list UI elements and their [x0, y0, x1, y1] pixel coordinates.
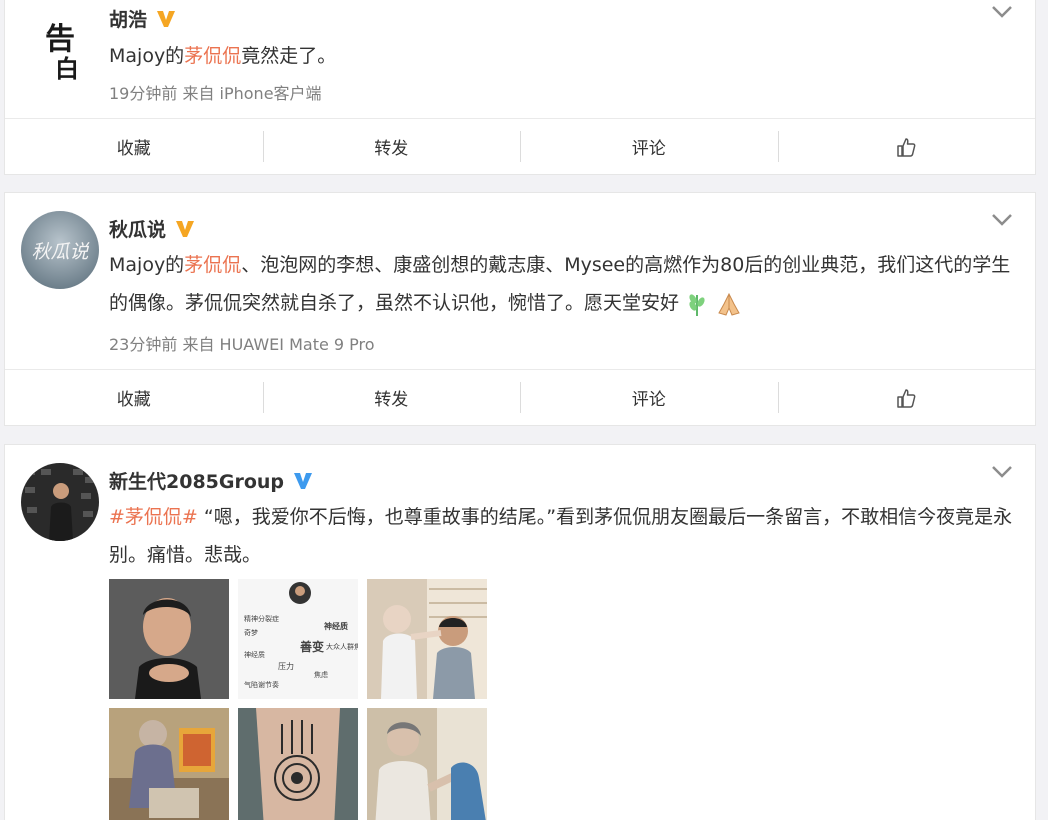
verified-badge-icon: [157, 10, 176, 27]
hashtag-link[interactable]: #茅侃侃#: [109, 506, 198, 528]
svg-text:秋瓜说: 秋瓜说: [31, 241, 90, 263]
post-text: Majoy的茅侃侃竟然走了。: [109, 45, 337, 67]
repost-button[interactable]: 转发: [262, 370, 521, 425]
post-text: Majoy的茅侃侃、泡泡网的李想、康盛创想的戴志康、Mysee的高燃作为80后的…: [109, 246, 1019, 322]
word-cloud-9: 气陷谢节奏: [244, 680, 279, 689]
post-meta[interactable]: 19分钟前 来自 iPhone客户端: [109, 80, 322, 104]
post-image-5[interactable]: [238, 708, 358, 820]
chevron-down-icon[interactable]: [991, 213, 1013, 227]
word-cloud-2: 神经质: [324, 621, 348, 631]
post-image-4[interactable]: [109, 708, 229, 820]
avatar[interactable]: [21, 463, 99, 541]
chevron-down-icon[interactable]: [991, 465, 1013, 479]
verified-badge-icon: [176, 220, 195, 237]
word-cloud-6: 神经质: [244, 650, 265, 659]
comment-button[interactable]: 评论: [520, 370, 778, 425]
word-cloud-5: 大众人群焦点: [326, 642, 358, 651]
wheat-emoji-icon: [689, 293, 705, 316]
topic-link[interactable]: 茅侃侃: [184, 45, 241, 67]
post-image-2[interactable]: 精神分裂症 神经质 奇梦 善变 大众人群焦点 神经质 压力 焦虑 气陷谢节奏: [238, 579, 358, 699]
author-name[interactable]: 胡浩: [109, 5, 147, 32]
favorite-button[interactable]: 收藏: [5, 119, 263, 174]
svg-text:白: 白: [55, 54, 79, 83]
praying-hands-icon: [718, 292, 740, 316]
post-image-1[interactable]: [109, 579, 229, 699]
author-name[interactable]: 新生代2085Group: [109, 467, 284, 494]
like-button[interactable]: [777, 119, 1036, 174]
action-bar: 收藏 转发 评论: [5, 118, 1035, 174]
avatar[interactable]: 告 白: [21, 9, 99, 87]
word-cloud-1: 精神分裂症: [244, 614, 279, 623]
comment-button[interactable]: 评论: [520, 119, 778, 174]
post-card-1: 告 白 胡浩 Majoy的茅侃侃竟然走了。 19分钟前 来自 iPhone客户端…: [4, 0, 1036, 175]
post-image-3[interactable]: [367, 579, 487, 699]
avatar[interactable]: 秋瓜说: [21, 211, 99, 289]
author-name[interactable]: 秋瓜说: [109, 215, 166, 242]
repost-button[interactable]: 转发: [262, 119, 521, 174]
like-button[interactable]: [777, 370, 1036, 425]
image-grid: 精神分裂症 神经质 奇梦 善变 大众人群焦点 神经质 压力 焦虑 气陷谢节奏: [109, 579, 487, 820]
word-cloud-3: 奇梦: [244, 628, 258, 637]
post-meta[interactable]: 23分钟前 来自 HUAWEI Mate 9 Pro: [109, 331, 375, 355]
word-cloud-4: 善变: [300, 639, 324, 654]
svg-text:告: 告: [45, 22, 75, 57]
action-bar: 收藏 转发 评论: [5, 369, 1035, 425]
thumbs-up-icon: [897, 388, 916, 408]
topic-link[interactable]: 茅侃侃: [184, 254, 241, 276]
word-cloud-7: 压力: [278, 661, 294, 671]
post-card-3: 新生代2085Group #茅侃侃# “嗯，我爱你不后悔，也尊重故事的结尾。”看…: [4, 444, 1036, 820]
post-card-2: 秋瓜说 秋瓜说 Majoy的茅侃侃、泡泡网的李想、康盛创想的戴志康、Mysee的…: [4, 192, 1036, 426]
favorite-button[interactable]: 收藏: [5, 370, 263, 425]
thumbs-up-icon: [897, 137, 916, 157]
verified-badge-icon: [294, 472, 313, 489]
post-text: #茅侃侃# “嗯，我爱你不后悔，也尊重故事的结尾。”看到茅侃侃朋友圈最后一条留言…: [109, 506, 1013, 566]
post-image-6[interactable]: [367, 708, 487, 820]
chevron-down-icon[interactable]: [991, 5, 1013, 19]
word-cloud-8: 焦虑: [314, 670, 328, 679]
